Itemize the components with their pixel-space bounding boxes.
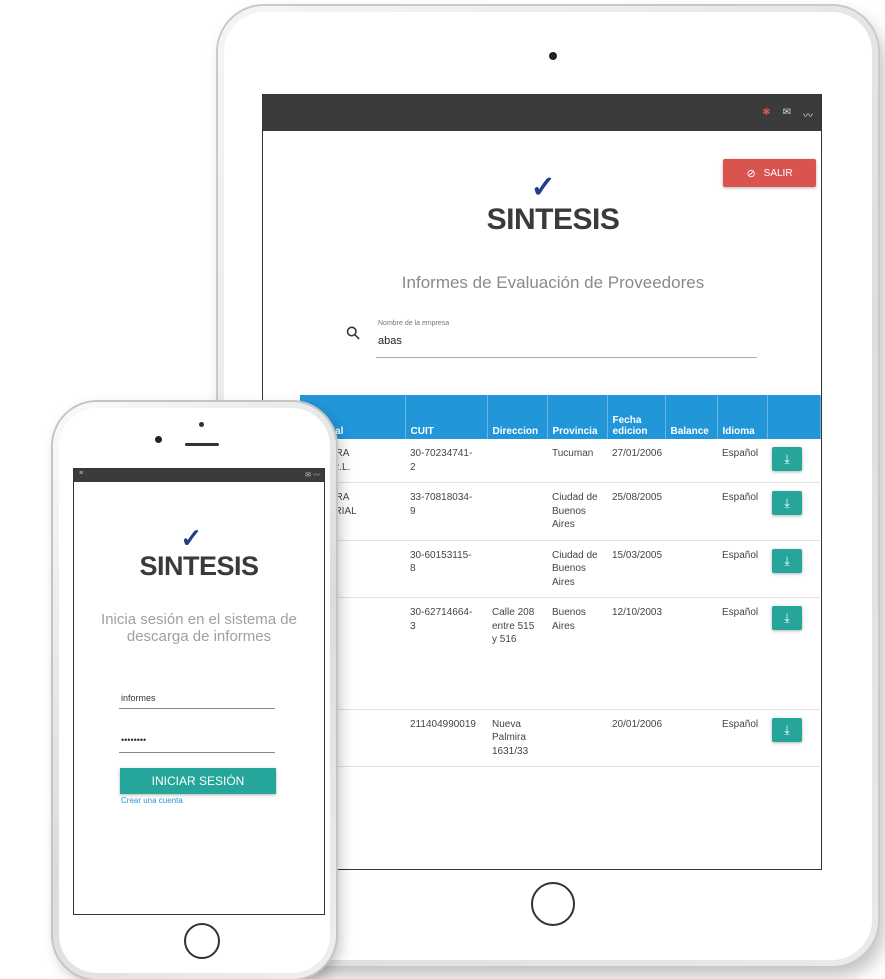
column-header: Idioma xyxy=(717,395,768,439)
cell-direccion: Calle 208 entre 515 y 516 xyxy=(487,597,547,710)
check-logo-icon: ✓ xyxy=(530,171,556,204)
column-header: Provincia xyxy=(547,395,608,439)
cell-fecha: 27/01/2006 xyxy=(607,439,665,483)
cell-idioma: Español xyxy=(717,482,767,541)
cell-cuit: 211404990019 xyxy=(405,709,487,767)
menu-icon[interactable]: ≡ xyxy=(79,470,83,477)
mail-icon[interactable]: ✉ xyxy=(783,107,791,122)
phone-sensor xyxy=(155,436,162,443)
phone-status-icons: ✉ 〰 xyxy=(305,472,320,479)
cell-balance xyxy=(665,439,717,483)
column-header: CUIT xyxy=(405,395,488,439)
download-icon: ⤓ xyxy=(784,496,790,510)
create-account-link[interactable]: Crear una cuenta xyxy=(121,796,183,805)
cell-provincia: Buenos Aires xyxy=(547,597,607,710)
cell-download: ⤓ xyxy=(767,709,820,767)
cell-idioma: Español xyxy=(717,439,767,483)
check-logo-icon: ✓ xyxy=(180,523,202,553)
phone-bezel: ≡ ✉ 〰 ✓ SINTESIS Inicia sesión en el sis… xyxy=(59,408,330,973)
cell-direccion: Nueva Palmira 1631/33 xyxy=(487,709,547,767)
cell-cuit: 30-60153115- 8 xyxy=(405,540,487,598)
download-icon: ⤓ xyxy=(784,722,790,737)
tablet-screen: ✱ ✉ 〰 ⊘ SALIR ✓ SINTESIS Informes de Eva… xyxy=(262,94,822,870)
logout-icon: ⊘ xyxy=(746,167,756,180)
cell-provincia: Ciudad de Buenos Aires xyxy=(547,482,607,541)
column-header: Balance xyxy=(665,395,718,439)
cell-direccion xyxy=(487,439,547,483)
phone-speaker xyxy=(185,443,219,446)
table-header-row: n SocialCUITDireccionProvinciaFecha edic… xyxy=(300,395,821,439)
download-button[interactable]: ⤓ xyxy=(772,447,802,471)
tablet-top-bar: ✱ ✉ 〰 xyxy=(263,95,821,131)
phone-top-bar: ≡ ✉ 〰 xyxy=(74,469,324,482)
table-row: R S.A.211404990019Nueva Palmira 1631/332… xyxy=(300,709,820,767)
cell-balance xyxy=(665,709,717,767)
phone-home-button[interactable] xyxy=(184,923,220,959)
download-button[interactable]: ⤓ xyxy=(772,606,802,630)
download-button[interactable]: ⤓ xyxy=(772,548,802,573)
logout-button[interactable]: ⊘ SALIR xyxy=(723,159,816,187)
notification-icon[interactable]: ✱ xyxy=(762,107,770,122)
cell-fecha: 20/01/2006 xyxy=(607,709,665,767)
column-header: Direccion xyxy=(487,395,548,439)
cell-idioma: Español xyxy=(717,709,767,767)
download-button[interactable]: ⤓ xyxy=(772,717,802,742)
cell-provincia xyxy=(547,709,607,767)
cell-provincia: Ciudad de Buenos Aires xyxy=(547,540,607,598)
cell-balance xyxy=(665,540,717,598)
username-underline xyxy=(119,708,275,709)
username-field[interactable]: informes xyxy=(121,693,156,703)
cell-download: ⤓ xyxy=(767,597,820,710)
column-header: Fecha edicion xyxy=(607,395,666,439)
phone-device: ≡ ✉ 〰 ✓ SINTESIS Inicia sesión en el sis… xyxy=(53,402,336,979)
cell-cuit: 30-62714664- 3 xyxy=(405,597,487,710)
download-button[interactable]: ⤓ xyxy=(772,491,802,515)
cell-fecha: 25/08/2005 xyxy=(607,482,665,541)
tablet-camera xyxy=(549,52,557,60)
sintesis-logo: ✓ SINTESIS xyxy=(134,525,264,582)
table-row: ECEDORA NDUSTRIAL .33-70818034- 9Ciudad … xyxy=(300,482,820,541)
cell-fecha: 15/03/2005 xyxy=(607,540,665,598)
table-row: ECEDORA RTE S.R.L.30-70234741- 2Tucuman2… xyxy=(300,439,820,483)
table-row: LEC30-60153115- 8Ciudad de Buenos Aires1… xyxy=(300,540,820,598)
tablet-home-button[interactable] xyxy=(531,882,575,926)
cell-direccion xyxy=(487,482,547,541)
phone-screen: ≡ ✉ 〰 ✓ SINTESIS Inicia sesión en el sis… xyxy=(73,468,325,915)
cell-direccion xyxy=(487,540,547,598)
sintesis-logo: ✓ SINTESIS xyxy=(473,173,633,237)
password-field[interactable]: •••••••• xyxy=(121,735,146,745)
download-icon: ⤓ xyxy=(784,611,790,625)
logo-text: SINTESIS xyxy=(486,203,620,236)
search-icon: ⚲ xyxy=(341,321,365,345)
cell-download: ⤓ xyxy=(767,540,820,598)
phone-camera xyxy=(199,422,204,427)
cell-cuit: 30-70234741- 2 xyxy=(405,439,487,483)
download-icon: ⤓ xyxy=(784,452,790,466)
download-icon: ⤓ xyxy=(784,553,790,568)
page-title: Informes de Evaluación de Proveedores xyxy=(401,273,705,292)
search-label: Nombre de la empresa xyxy=(378,320,450,327)
cell-balance xyxy=(665,597,717,710)
login-button[interactable]: INICIAR SESIÓN xyxy=(120,768,276,794)
cell-download: ⤓ xyxy=(767,482,820,541)
cell-balance xyxy=(665,482,717,541)
logout-label: SALIR xyxy=(763,167,793,179)
cell-download: ⤓ xyxy=(767,439,820,483)
table-row: RATIVA NICA Y IOS OS Y MO DE LTDA.30-627… xyxy=(300,597,820,710)
top-bar-icons: ✱ ✉ 〰 xyxy=(762,107,813,122)
activity-icon[interactable]: 〰 xyxy=(803,107,813,122)
search-underline xyxy=(376,357,757,358)
password-underline xyxy=(119,752,275,753)
logo-text: SINTESIS xyxy=(139,551,259,581)
cell-fecha: 12/10/2003 xyxy=(607,597,665,710)
login-heading: Inicia sesión en el sistema de descarga … xyxy=(101,611,297,646)
cell-provincia: Tucuman xyxy=(547,439,607,483)
cell-idioma: Español xyxy=(717,597,767,710)
cell-idioma: Español xyxy=(717,540,767,598)
providers-table: n SocialCUITDireccionProvinciaFecha edic… xyxy=(300,395,821,767)
cell-cuit: 33-70818034- 9 xyxy=(405,482,487,541)
column-header xyxy=(767,395,821,439)
search-input[interactable]: abas xyxy=(378,335,402,347)
